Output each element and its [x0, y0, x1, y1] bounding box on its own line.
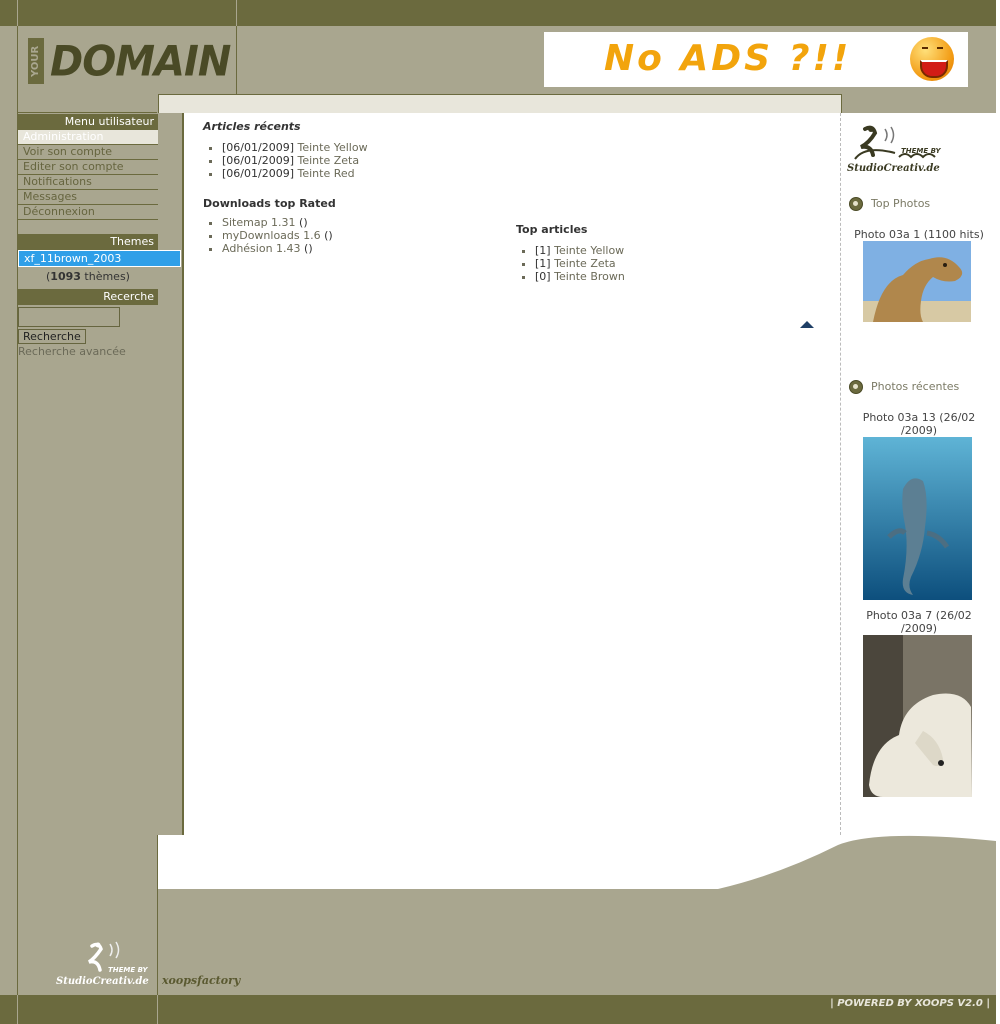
downloads-list: Sitemap 1.31 () myDownloads 1.6 () Adhés…	[203, 216, 336, 255]
top-bar	[0, 0, 1000, 26]
themes-count-suffix: thèmes)	[80, 270, 130, 283]
menu-item-administration[interactable]: Administration	[18, 130, 158, 145]
downloads-block: Downloads top Rated Sitemap 1.31 () myDo…	[203, 197, 336, 255]
article-count: [1]	[535, 257, 551, 270]
caption-line: /2009)	[901, 424, 937, 437]
article-count: [0]	[535, 270, 551, 283]
powered-by[interactable]: | POWERED BY XOOPS V2.0 |	[830, 998, 990, 1009]
right-sidebar: THEME BY StudioCreativ.de Top Photos Pho…	[840, 113, 997, 835]
recent-photo-2-caption[interactable]: Photo 03a 7 (26/02/2009)	[841, 609, 997, 635]
menu-item-edit-account[interactable]: Editer son compte	[18, 160, 158, 175]
polar-bear-photo[interactable]	[863, 635, 972, 797]
nav-strip	[158, 94, 842, 113]
studio-label: StudioCreativ.de	[847, 163, 940, 174]
list-item[interactable]: [1] Teinte Yellow	[535, 244, 625, 257]
menu-item-notifications[interactable]: Notifications	[18, 175, 158, 190]
download-link[interactable]: Adhésion 1.43	[222, 242, 301, 255]
footer-area	[158, 889, 996, 995]
dolphin-photo[interactable]	[863, 437, 972, 600]
recent-articles-title: Articles récents	[203, 120, 301, 133]
main-left-border	[182, 113, 184, 835]
advanced-search-link[interactable]: Recherche avancée	[18, 345, 158, 358]
top-photos-title: Top Photos	[871, 197, 931, 210]
face-eye-icon	[922, 47, 928, 49]
article-link[interactable]: Teinte Zeta	[297, 154, 359, 167]
download-extra: ()	[300, 242, 313, 255]
article-count: [1]	[535, 244, 551, 257]
article-date: [06/01/2009]	[222, 154, 294, 167]
site-logo[interactable]: YOUR DOMAIN	[28, 38, 231, 88]
recent-photo-1-caption[interactable]: Photo 03a 13 (26/02/2009)	[841, 411, 997, 437]
recent-articles-list: [06/01/2009] Teinte Yellow [06/01/2009] …	[203, 141, 368, 180]
recent-photos-heading: Photos récentes	[849, 380, 959, 394]
logo-your-text: YOUR	[28, 38, 44, 84]
download-link[interactable]: Sitemap 1.31	[222, 216, 296, 229]
search-title: Recerche	[18, 289, 158, 305]
top-articles-list: [1] Teinte Yellow [1] Teinte Zeta [0] Te…	[516, 244, 625, 283]
face-eye-icon	[937, 47, 943, 49]
scroll-top-arrow-icon[interactable]	[800, 320, 814, 328]
caption-line: Photo 03a 13 (26/02	[862, 411, 976, 424]
menu-item-messages[interactable]: Messages	[18, 190, 158, 205]
caption-line: /2009)	[901, 622, 937, 635]
article-link[interactable]: Teinte Yellow	[554, 244, 624, 257]
top-articles-block: Top articles [1] Teinte Yellow [1] Teint…	[516, 223, 625, 283]
download-extra: ()	[295, 216, 308, 229]
header-line	[17, 112, 157, 113]
top-bar-divider	[17, 0, 18, 26]
list-item[interactable]: Adhésion 1.43 ()	[222, 242, 336, 255]
footer-bar-divider	[157, 995, 158, 1024]
caption-line: Photo 03a 7 (26/02	[866, 609, 972, 622]
article-link[interactable]: Teinte Yellow	[297, 141, 367, 154]
list-item[interactable]: [0] Teinte Brown	[535, 270, 625, 283]
menu-item-view-account[interactable]: Voir son compte	[18, 145, 158, 160]
header-line	[17, 26, 18, 114]
logo-domain-text: DOMAIN	[50, 37, 231, 87]
search-button[interactable]: Recherche	[18, 329, 86, 344]
footer-theme-by-label: THEME BY	[108, 966, 148, 974]
right-edge	[996, 0, 1000, 1024]
article-link[interactable]: Teinte Brown	[554, 270, 625, 283]
theme-by-badge: THEME BY StudioCreativ.de	[847, 123, 947, 179]
list-item[interactable]: [06/01/2009] Teinte Red	[222, 167, 368, 180]
arrow-bullet-icon	[849, 197, 863, 211]
top-photo-caption[interactable]: Photo 03a 1 (1100 hits)	[841, 228, 997, 241]
user-menu-title: Menu utilisateur	[18, 114, 158, 130]
footer-bar-divider	[17, 995, 18, 1024]
recent-articles-block: Articles récents [06/01/2009] Teinte Yel…	[203, 120, 368, 180]
download-extra: ()	[320, 229, 333, 242]
left-sidebar: Menu utilisateur Administration Voir son…	[18, 114, 181, 358]
camel-photo[interactable]	[863, 241, 971, 322]
footer-wave	[158, 835, 996, 889]
menu-item-logout[interactable]: Déconnexion	[18, 205, 158, 220]
list-item[interactable]: [06/01/2009] Teinte Yellow	[222, 141, 368, 154]
search-input[interactable]	[18, 307, 120, 327]
list-item[interactable]: myDownloads 1.6 ()	[222, 229, 336, 242]
theme-select[interactable]: xf_11brown_2003	[18, 250, 181, 267]
themes-title: Themes	[18, 234, 158, 250]
list-item[interactable]: [06/01/2009] Teinte Zeta	[222, 154, 368, 167]
footer-factory-label: xoopsfactory	[162, 974, 241, 987]
ad-banner[interactable]: No ADS ?!!	[544, 32, 968, 87]
recent-photos-title: Photos récentes	[871, 380, 960, 393]
downloads-title: Downloads top Rated	[203, 197, 336, 210]
arrow-bullet-icon	[849, 380, 863, 394]
banner-text: No ADS ?!!	[604, 38, 852, 79]
footer-credit: THEME BY StudioCreativ.de xoopsfactory	[56, 940, 266, 990]
top-bar-divider	[236, 0, 237, 26]
article-link[interactable]: Teinte Zeta	[554, 257, 616, 270]
top-articles-title: Top articles	[516, 223, 588, 236]
themes-count: (1093 thèmes)	[18, 270, 158, 283]
list-item[interactable]: Sitemap 1.31 ()	[222, 216, 336, 229]
list-item[interactable]: [1] Teinte Zeta	[535, 257, 625, 270]
article-link[interactable]: Teinte Red	[297, 167, 354, 180]
theme-by-label: THEME BY	[901, 147, 941, 155]
article-date: [06/01/2009]	[222, 167, 294, 180]
top-photos-heading: Top Photos	[849, 197, 930, 211]
main-content: Articles récents [06/01/2009] Teinte Yel…	[182, 113, 840, 835]
footer-studio-label: StudioCreativ.de	[56, 976, 149, 987]
article-date: [06/01/2009]	[222, 141, 294, 154]
download-link[interactable]: myDownloads 1.6	[222, 229, 321, 242]
themes-count-number: 1093	[50, 270, 81, 283]
